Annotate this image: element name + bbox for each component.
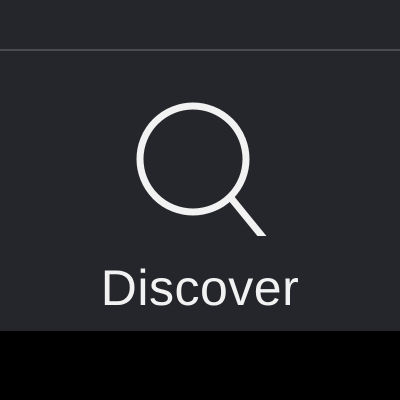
- search-icon: [135, 86, 285, 236]
- app-screen: Discover: [0, 0, 400, 400]
- bottom-tab-bar: Discover: [0, 0, 400, 331]
- tab-bar-divider: [0, 49, 400, 51]
- screen-bottom-edge: [0, 331, 400, 400]
- tab-discover[interactable]: Discover: [40, 60, 360, 325]
- tab-discover-label: Discover: [100, 260, 300, 316]
